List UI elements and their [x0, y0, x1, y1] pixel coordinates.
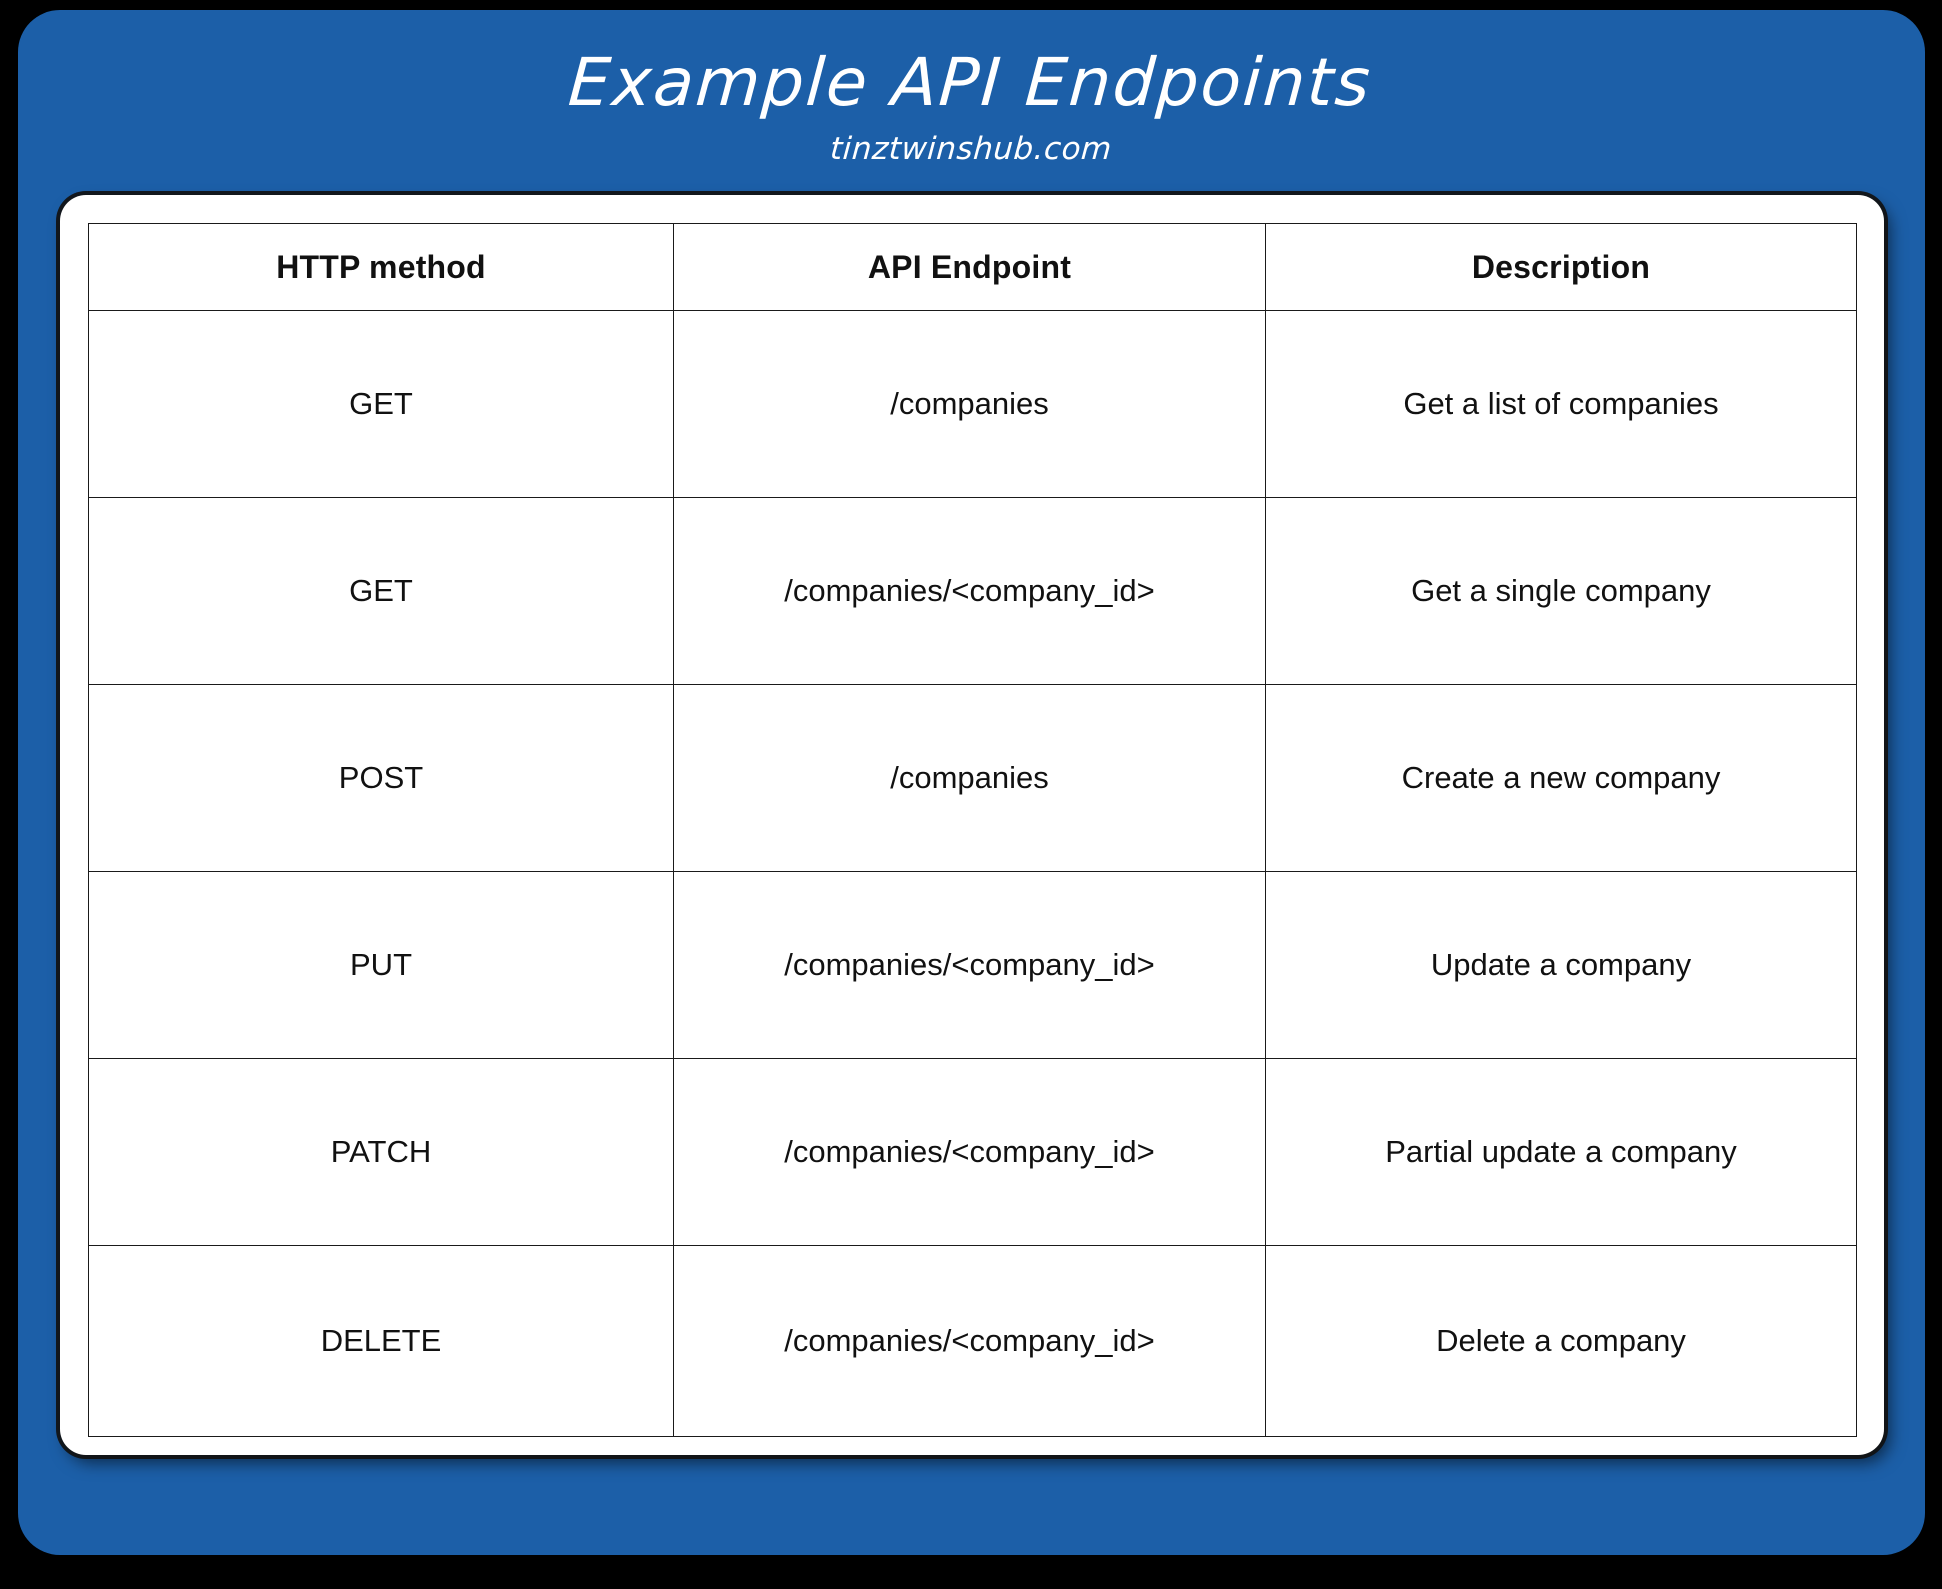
cell-http-method: PUT	[88, 871, 674, 1059]
page-title: Example API Endpoints	[566, 44, 1375, 121]
cell-api-endpoint: /companies/<company_id>	[673, 871, 1266, 1059]
cell-api-endpoint: /companies	[673, 310, 1266, 498]
cell-description: Get a single company	[1265, 497, 1857, 685]
table-row: DELETE /companies/<company_id> Delete a …	[88, 1245, 1857, 1437]
cell-http-method: DELETE	[88, 1245, 674, 1437]
cell-description: Delete a company	[1265, 1245, 1857, 1437]
table-row: PUT /companies/<company_id> Update a com…	[88, 871, 1857, 1059]
cell-api-endpoint: /companies/<company_id>	[673, 1058, 1266, 1246]
api-endpoints-table: HTTP method API Endpoint Description GET…	[88, 223, 1857, 1437]
table-header-row: HTTP method API Endpoint Description	[88, 223, 1857, 311]
cell-http-method: GET	[88, 497, 674, 685]
cell-description: Partial update a company	[1265, 1058, 1857, 1246]
cell-http-method: POST	[88, 684, 674, 872]
table-row: PATCH /companies/<company_id> Partial up…	[88, 1058, 1857, 1246]
column-header-description: Description	[1265, 223, 1857, 311]
cell-api-endpoint: /companies/<company_id>	[673, 497, 1266, 685]
cell-http-method: PATCH	[88, 1058, 674, 1246]
cell-api-endpoint: /companies	[673, 684, 1266, 872]
page-subtitle: tinztwinshub.com	[828, 131, 1114, 168]
white-content-panel: HTTP method API Endpoint Description GET…	[60, 195, 1884, 1455]
table-body: GET /companies Get a list of companies G…	[88, 310, 1857, 1437]
column-header-api-endpoint: API Endpoint	[673, 223, 1266, 311]
header-block: Example API Endpoints tinztwinshub.com	[18, 10, 1925, 167]
table-header: HTTP method API Endpoint Description	[88, 223, 1857, 311]
table-row: POST /companies Create a new company	[88, 684, 1857, 872]
cell-description: Create a new company	[1265, 684, 1857, 872]
cell-api-endpoint: /companies/<company_id>	[673, 1245, 1266, 1437]
table-row: GET /companies Get a list of companies	[88, 310, 1857, 498]
blue-card-container: Example API Endpoints tinztwinshub.com H…	[18, 10, 1925, 1555]
screenshot-root: Example API Endpoints tinztwinshub.com H…	[0, 0, 1942, 1589]
cell-http-method: GET	[88, 310, 674, 498]
cell-description: Get a list of companies	[1265, 310, 1857, 498]
table-row: GET /companies/<company_id> Get a single…	[88, 497, 1857, 685]
cell-description: Update a company	[1265, 871, 1857, 1059]
column-header-http-method: HTTP method	[88, 223, 674, 311]
